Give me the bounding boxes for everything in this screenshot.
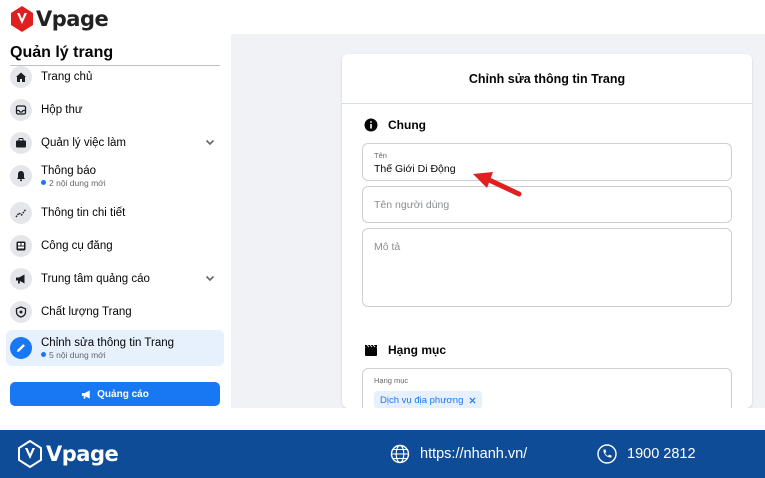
new-content-count: 5 nội dung mới [49,349,106,360]
username-field[interactable]: Tên người dùng [362,186,732,223]
dot-icon [41,352,46,357]
shield-icon [10,301,32,323]
footer-logo-text: Vpage [46,442,119,466]
category-field[interactable]: Hạng mục Dịch vụ địa phương [362,368,732,408]
edit-page-info-card: Chỉnh sửa thông tin Trang Chung Tên Thế … [342,54,752,408]
promote-button-label: Quảng cáo [97,388,149,400]
megaphone-icon [10,268,32,290]
footer-logo: Vpage [18,440,119,468]
page-name-value: Thế Giới Di Động [374,163,456,175]
vpage-logo-mark-icon [11,6,33,32]
sidebar-item-ad-center[interactable]: Trung tâm quảng cáo [6,262,224,296]
sidebar-item-notifications[interactable]: Thông báo 2 nội dung mới [6,159,224,193]
footer-banner: Vpage https://nhanh.vn/ 1900 2812 [0,430,765,478]
briefcase-icon [10,132,32,154]
footer-website-text: https://nhanh.vn/ [420,446,528,462]
sidebar-item-page-quality[interactable]: Chất lượng Trang [6,295,224,329]
sidebar-item-label: Thông tin chi tiết [41,207,126,219]
sidebar-item-edit-page-info[interactable]: Chỉnh sửa thông tin Trang 5 nội dung mới [6,330,224,366]
description-placeholder: Mô tả [374,241,401,253]
category-chip[interactable]: Dịch vụ địa phương [374,391,483,408]
section-category-heading: Hạng mục [364,343,446,357]
page-name-label: Tên [374,151,387,160]
sidebar-item-publishing-tools[interactable]: Công cụ đăng [6,229,224,263]
close-icon[interactable] [469,396,476,404]
sidebar-item-inbox[interactable]: Hộp thư [6,93,224,127]
clapperboard-icon [364,343,378,357]
section-general-heading: Chung [364,118,426,132]
pencil-icon [10,337,32,359]
sidebar-item-jobs[interactable]: Quản lý việc làm [6,126,224,160]
username-placeholder: Tên người dùng [374,199,450,211]
section-general-label: Chung [388,118,426,132]
main-content: Chỉnh sửa thông tin Trang Chung Tên Thế … [231,34,765,408]
category-field-label: Hạng mục [374,376,409,385]
footer-phone-text: 1900 2812 [627,446,696,462]
section-category-label: Hạng mục [388,343,447,357]
logo-text: Vpage [36,7,109,31]
info-icon [364,118,378,132]
new-content-indicator: 5 nội dung mới [41,350,174,360]
card-title: Chỉnh sửa thông tin Trang [342,54,752,104]
promote-button[interactable]: Quảng cáo [10,382,220,406]
sidebar-item-label: Trang chủ [41,71,93,83]
spacer [0,408,765,430]
globe-icon [390,444,410,464]
vpage-logo-mark-icon [18,440,42,468]
annotation-arrow-icon [473,172,522,197]
sidebar-item-label: Thông báo [41,164,96,177]
chevron-down-icon[interactable] [204,272,216,284]
sidebar-item-label: Chỉnh sửa thông tin Trang [41,336,175,349]
sidebar-item-label: Quản lý việc làm [41,137,127,149]
footer-website[interactable]: https://nhanh.vn/ [390,444,527,464]
vpage-logo: Vpage [10,4,109,34]
phone-icon [597,444,617,464]
bell-icon [10,165,32,187]
sidebar-item-label: Công cụ đăng [41,240,113,252]
category-chip-label: Dịch vụ địa phương [380,394,464,406]
chevron-down-icon[interactable] [204,136,216,148]
home-icon [10,66,32,88]
dot-icon [41,180,46,185]
inbox-icon [10,99,32,121]
insights-icon [10,202,32,224]
sidebar-item-label: Trung tâm quảng cáo [41,273,150,285]
footer-phone[interactable]: 1900 2812 [597,444,696,464]
new-content-indicator: 2 nội dung mới [41,178,106,188]
page-name-field[interactable]: Tên Thế Giới Di Động [362,143,732,181]
sidebar-item-label: Hộp thư [41,104,83,116]
new-content-count: 2 nội dung mới [49,177,106,188]
publishing-tools-icon [10,235,32,257]
sidebar: Quản lý trang Trang chủ Hộp thư Quản lý … [0,34,231,408]
sidebar-item-home[interactable]: Trang chủ [6,60,224,94]
sidebar-item-label: Chất lượng Trang [41,306,132,318]
sidebar-item-insights[interactable]: Thông tin chi tiết [6,196,224,230]
megaphone-icon [82,389,90,399]
description-field[interactable]: Mô tả [362,228,732,307]
